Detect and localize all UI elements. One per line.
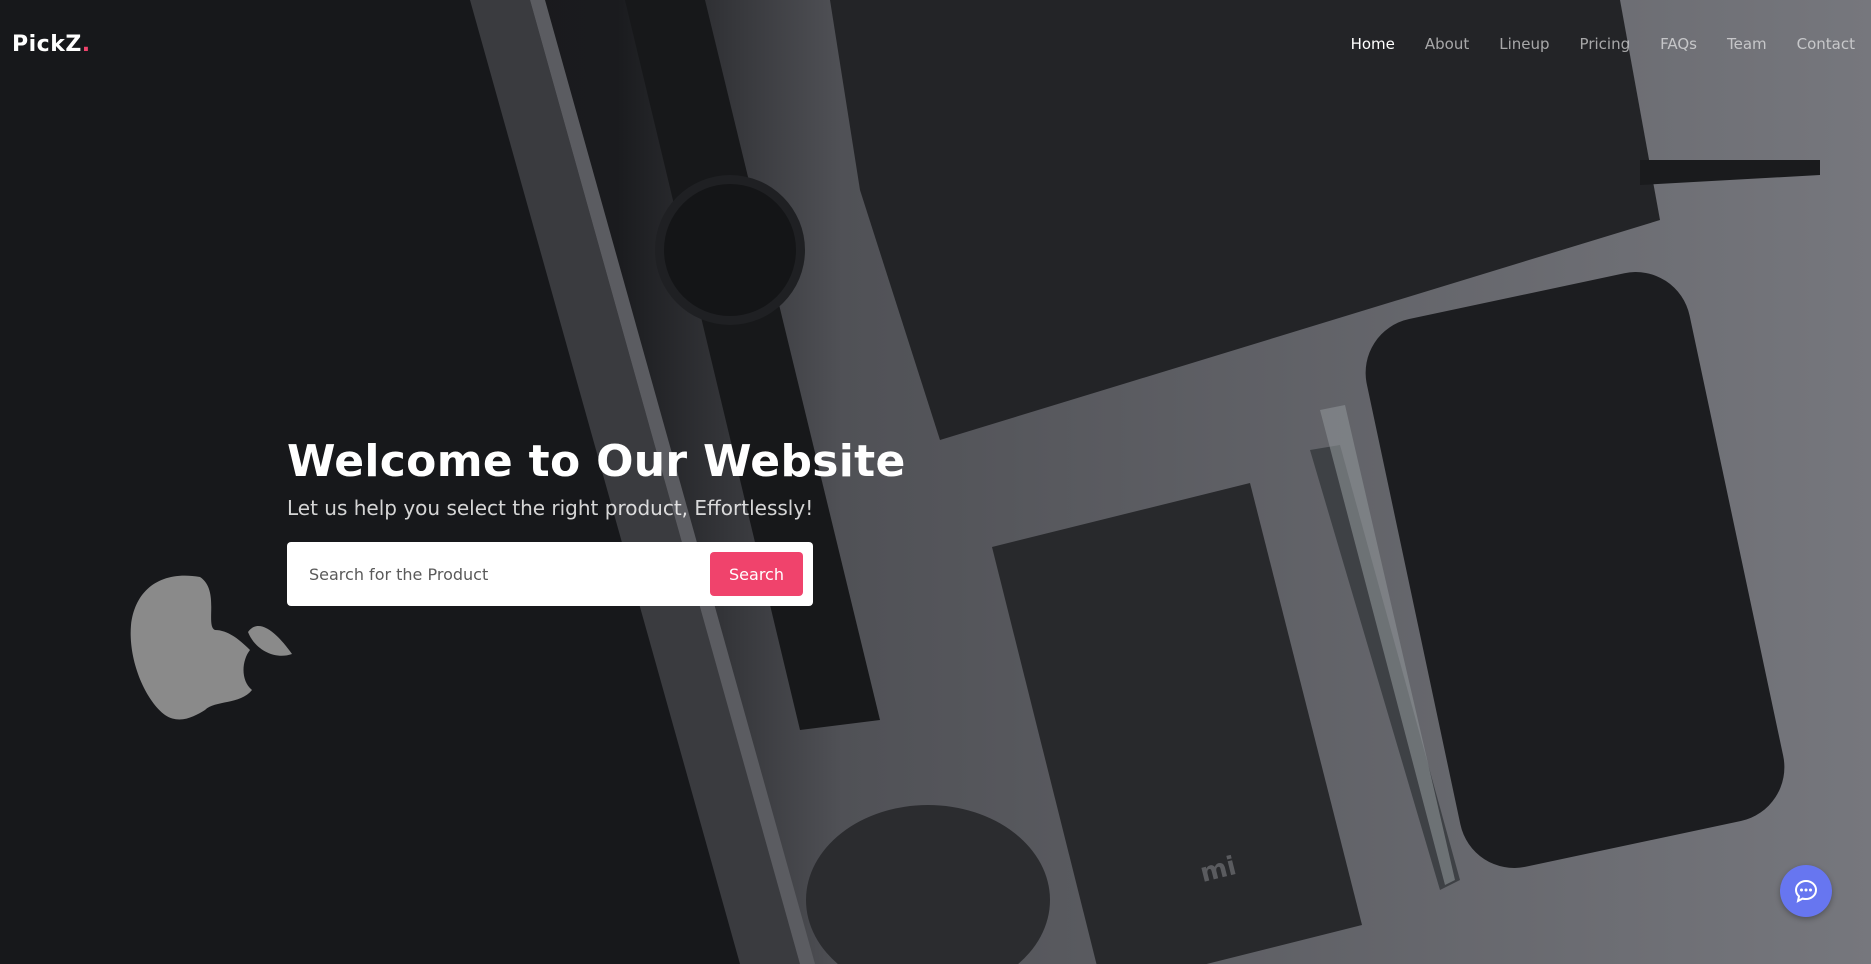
nav-link-lineup[interactable]: Lineup — [1499, 35, 1549, 53]
nav-link-faqs[interactable]: FAQs — [1660, 35, 1697, 53]
brand-logo[interactable]: PickZ. — [12, 32, 91, 57]
nav-link-pricing[interactable]: Pricing — [1580, 35, 1631, 53]
hero-section: mi — [0, 0, 1871, 964]
chat-button[interactable] — [1780, 865, 1832, 917]
hero-subtitle: Let us help you select the right product… — [287, 496, 814, 520]
chat-bubble-icon — [1794, 879, 1818, 903]
navbar: PickZ. Home About Lineup Pricing FAQs Te… — [0, 0, 1871, 88]
nav-link-about[interactable]: About — [1425, 35, 1469, 53]
search-button[interactable]: Search — [710, 552, 803, 596]
hero-overlay — [0, 0, 1871, 964]
brand-name: PickZ — [12, 31, 82, 57]
brand-dot: . — [81, 31, 91, 57]
nav-link-team[interactable]: Team — [1727, 35, 1767, 53]
nav-link-home[interactable]: Home — [1351, 35, 1395, 53]
search-form: Search — [287, 542, 813, 606]
search-input[interactable] — [309, 554, 710, 594]
hero-content: Welcome to Our Website Let us help you s… — [287, 434, 907, 606]
nav-link-contact[interactable]: Contact — [1797, 35, 1855, 53]
hero-title: Welcome to Our Website — [287, 436, 906, 487]
nav-menu: Home About Lineup Pricing FAQs Team Cont… — [1321, 35, 1855, 53]
